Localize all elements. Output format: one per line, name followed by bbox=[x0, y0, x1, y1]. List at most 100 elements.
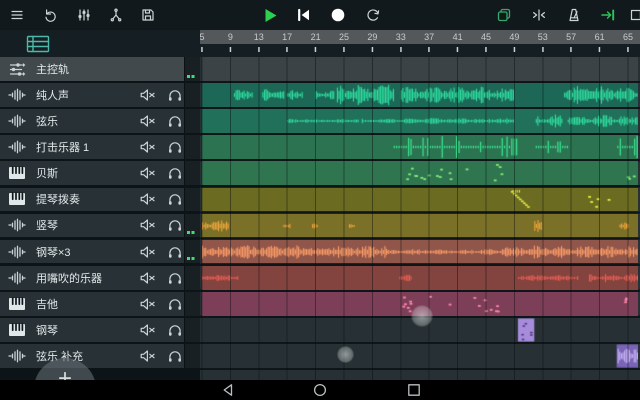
clip-lane-1[interactable] bbox=[202, 57, 638, 81]
clip-waveform-canvas bbox=[202, 344, 638, 368]
play-icon[interactable] bbox=[262, 7, 280, 25]
clip-lane-12[interactable] bbox=[202, 344, 638, 368]
clip-lane-8[interactable] bbox=[202, 240, 638, 264]
ruler-bar-label: 9 bbox=[228, 32, 233, 42]
mute-button[interactable] bbox=[139, 165, 155, 181]
arrangement-grid[interactable] bbox=[200, 57, 640, 380]
clip-waveform-canvas bbox=[202, 57, 638, 81]
meter-level-dots bbox=[187, 231, 195, 234]
skip-to-start-icon[interactable] bbox=[296, 7, 314, 25]
track-header-2[interactable]: 纯人声 bbox=[0, 83, 200, 107]
track-label: 纯人声 bbox=[36, 87, 69, 103]
clip-lane-7[interactable] bbox=[202, 214, 638, 238]
ruler-bar-label: 5 bbox=[200, 32, 205, 42]
track-grid-view-icon[interactable] bbox=[26, 35, 50, 53]
daw-app: 591317212529333741454953576165 主控轨纯人声弦乐打… bbox=[0, 0, 640, 400]
track-label: 提琴拨奏 bbox=[36, 191, 80, 207]
piano-track-icon bbox=[8, 322, 26, 337]
ruler-bar-label: 25 bbox=[339, 32, 349, 42]
monitor-headphones-button[interactable] bbox=[167, 244, 183, 260]
menu-icon[interactable] bbox=[9, 7, 27, 25]
clip-waveform-canvas bbox=[202, 109, 638, 133]
duplicate-icon[interactable] bbox=[496, 7, 514, 25]
track-label: 钢琴 bbox=[36, 322, 58, 338]
ruler-bar-label: 41 bbox=[453, 32, 463, 42]
touch-indicator bbox=[337, 346, 354, 363]
ruler-bar-label: 57 bbox=[566, 32, 576, 42]
monitor-headphones-button[interactable] bbox=[167, 296, 183, 312]
ruler-bar-label: 21 bbox=[311, 32, 321, 42]
track-header-11[interactable]: 钢琴 bbox=[0, 318, 200, 342]
record-icon[interactable] bbox=[330, 7, 348, 25]
nav-back-button[interactable] bbox=[221, 383, 235, 397]
track-meter bbox=[184, 214, 200, 238]
undo-icon[interactable] bbox=[42, 7, 60, 25]
meter-level-dots bbox=[187, 257, 195, 260]
ruler-bar-label: 53 bbox=[538, 32, 548, 42]
clip-lane-4[interactable] bbox=[202, 135, 638, 159]
metronome-icon[interactable] bbox=[566, 7, 584, 25]
ruler-bar-label: 65 bbox=[623, 32, 633, 42]
panel-toggle-icon[interactable] bbox=[630, 7, 640, 25]
track-header-12[interactable]: 弦乐 补充 bbox=[0, 344, 200, 368]
monitor-headphones-button[interactable] bbox=[167, 139, 183, 155]
monitor-headphones-button[interactable] bbox=[167, 165, 183, 181]
monitor-headphones-button[interactable] bbox=[167, 322, 183, 338]
clip-waveform-canvas bbox=[202, 240, 638, 264]
track-meter bbox=[184, 188, 200, 212]
track-meter bbox=[184, 83, 200, 107]
clip-lane-2[interactable] bbox=[202, 83, 638, 107]
loop-icon[interactable] bbox=[364, 7, 382, 25]
ruler-bar-label: 37 bbox=[424, 32, 434, 42]
meter-level-dots bbox=[187, 75, 195, 78]
mute-button[interactable] bbox=[139, 113, 155, 129]
mute-button[interactable] bbox=[139, 87, 155, 103]
track-header-8[interactable]: 钢琴×3 bbox=[0, 240, 200, 264]
mute-button[interactable] bbox=[139, 244, 155, 260]
nav-recents-button[interactable] bbox=[407, 383, 421, 397]
track-header-5[interactable]: 贝斯 bbox=[0, 161, 200, 185]
save-icon[interactable] bbox=[140, 7, 158, 25]
master-track-icon bbox=[8, 61, 26, 76]
track-header-6[interactable]: 提琴拨奏 bbox=[0, 188, 200, 212]
monitor-headphones-button[interactable] bbox=[167, 270, 183, 286]
mute-button[interactable] bbox=[139, 296, 155, 312]
ruler-bar-label: 33 bbox=[396, 32, 406, 42]
monitor-headphones-button[interactable] bbox=[167, 113, 183, 129]
clip-lane-3[interactable] bbox=[202, 109, 638, 133]
mute-button[interactable] bbox=[139, 139, 155, 155]
snap-icon[interactable] bbox=[531, 7, 549, 25]
clip-lane-5[interactable] bbox=[202, 161, 638, 185]
monitor-headphones-button[interactable] bbox=[167, 87, 183, 103]
clip-waveform-canvas bbox=[202, 161, 638, 185]
follow-playhead-icon[interactable] bbox=[600, 7, 618, 25]
mute-button[interactable] bbox=[139, 191, 155, 207]
track-label: 贝斯 bbox=[36, 165, 58, 181]
mixer-icon[interactable] bbox=[76, 7, 94, 25]
track-header-3[interactable]: 弦乐 bbox=[0, 109, 200, 133]
track-label: 弦乐 bbox=[36, 113, 58, 129]
track-meter bbox=[184, 161, 200, 185]
timeline-ruler[interactable]: 591317212529333741454953576165 bbox=[200, 30, 640, 44]
mute-button[interactable] bbox=[139, 217, 155, 233]
monitor-headphones-button[interactable] bbox=[167, 217, 183, 233]
track-meter bbox=[184, 57, 200, 81]
monitor-headphones-button[interactable] bbox=[167, 348, 183, 364]
track-header-7[interactable]: 竖琴 bbox=[0, 214, 200, 238]
clip-waveform-canvas bbox=[202, 266, 638, 290]
track-header-9[interactable]: 用嘴吹的乐器 bbox=[0, 266, 200, 290]
mute-button[interactable] bbox=[139, 322, 155, 338]
track-header-10[interactable]: 吉他 bbox=[0, 292, 200, 316]
track-meter bbox=[184, 292, 200, 316]
track-header-4[interactable]: 打击乐器 1 bbox=[0, 135, 200, 159]
track-meter bbox=[184, 266, 200, 290]
edit-tool-icon[interactable] bbox=[108, 7, 126, 25]
monitor-headphones-button[interactable] bbox=[167, 191, 183, 207]
clip-lane-9[interactable] bbox=[202, 266, 638, 290]
nav-home-button[interactable] bbox=[313, 383, 327, 397]
clip-lane-6[interactable] bbox=[202, 188, 638, 212]
wave-track-icon bbox=[8, 140, 26, 155]
track-header-1[interactable]: 主控轨 bbox=[0, 57, 200, 81]
mute-button[interactable] bbox=[139, 348, 155, 364]
mute-button[interactable] bbox=[139, 270, 155, 286]
